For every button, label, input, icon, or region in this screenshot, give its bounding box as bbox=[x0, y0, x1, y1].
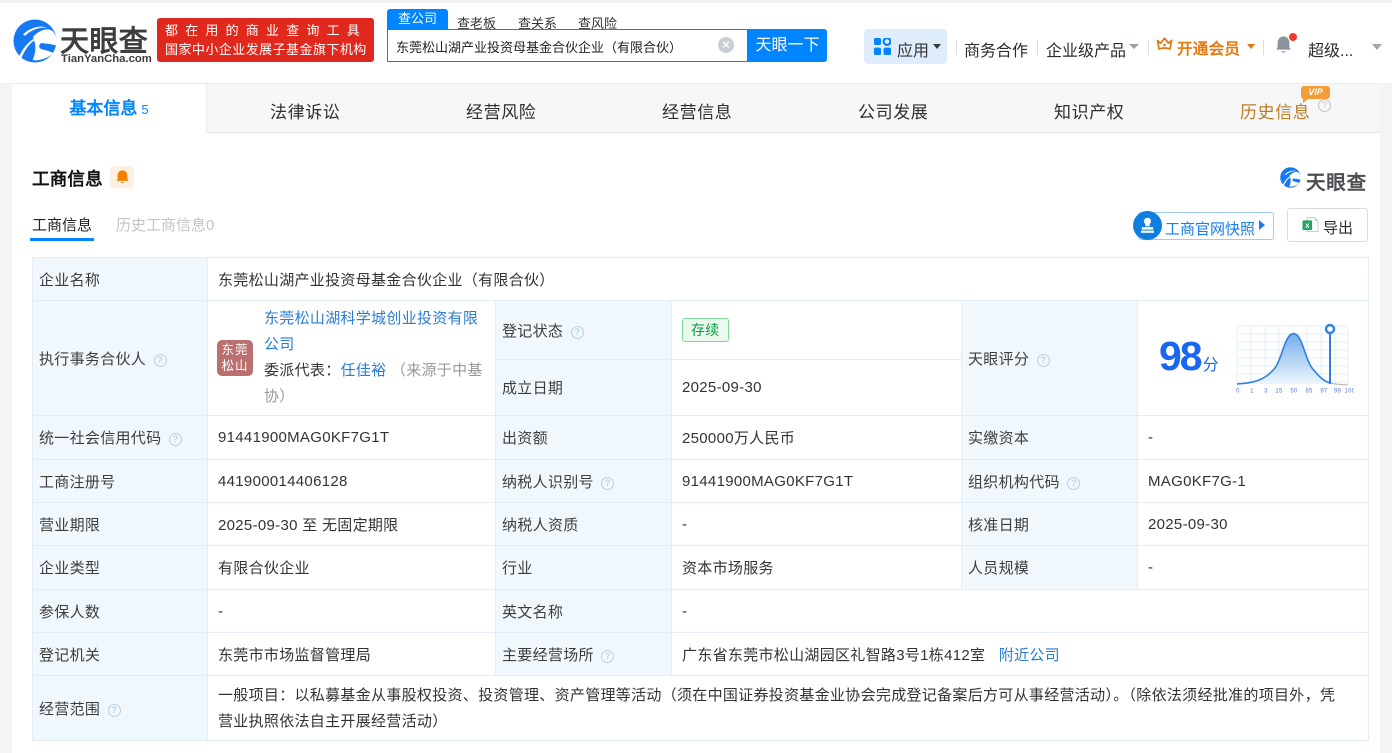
svg-text:0: 0 bbox=[1236, 389, 1240, 395]
svg-text:99: 99 bbox=[1334, 389, 1342, 395]
svg-text:3: 3 bbox=[1264, 389, 1268, 395]
svg-text:1: 1 bbox=[1250, 389, 1254, 395]
svg-text:97: 97 bbox=[1320, 389, 1328, 395]
svg-text:15: 15 bbox=[1275, 389, 1283, 395]
svg-text:100: 100 bbox=[1344, 389, 1353, 395]
svg-text:85: 85 bbox=[1305, 389, 1313, 395]
svg-text:x: x bbox=[1305, 221, 1310, 230]
svg-text:50: 50 bbox=[1290, 389, 1298, 395]
